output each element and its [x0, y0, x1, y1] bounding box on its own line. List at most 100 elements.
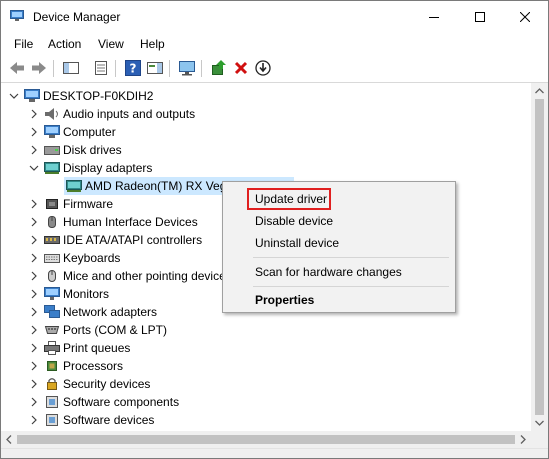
- help-icon[interactable]: ?: [124, 59, 142, 77]
- expand-chevron-icon[interactable]: [28, 195, 40, 213]
- context-menu: Update driver Disable device Uninstall d…: [222, 181, 456, 313]
- properties-sheet-icon[interactable]: [92, 59, 110, 77]
- expand-chevron-icon[interactable]: [28, 213, 40, 231]
- tree-item-label: Disk drives: [63, 143, 122, 157]
- tree-item-label: Monitors: [63, 287, 110, 301]
- collapse-chevron-icon[interactable]: [8, 87, 20, 105]
- tree-item-label: Software devices: [63, 413, 155, 427]
- device-manager-window: Device Manager File Action View Help ? D…: [0, 0, 549, 459]
- expand-chevron-icon[interactable]: [28, 285, 40, 303]
- menu-item-properties[interactable]: Properties: [255, 293, 314, 307]
- toolbar: ?: [1, 56, 548, 83]
- back-arrow-icon[interactable]: [8, 59, 26, 77]
- menu-separator: [253, 257, 449, 258]
- tree-item-computer[interactable]: Computer: [28, 123, 116, 141]
- software-device-icon: [46, 414, 58, 426]
- software-component-icon: [46, 396, 58, 408]
- expand-chevron-icon[interactable]: [28, 303, 40, 321]
- expand-chevron-icon[interactable]: [28, 123, 40, 141]
- tree-item-software-devices[interactable]: Software devices: [28, 411, 154, 429]
- tree-item-print-queues[interactable]: Print queues: [28, 339, 130, 357]
- toolbar-separator: [201, 60, 202, 77]
- printer-icon: [44, 341, 60, 355]
- display-adapter-icon: [44, 162, 60, 174]
- expand-chevron-icon[interactable]: [28, 411, 40, 429]
- mouse-icon: [48, 270, 56, 282]
- computer-icon: [44, 125, 60, 138]
- expand-chevron-icon[interactable]: [28, 249, 40, 267]
- tree-item-ide[interactable]: IDE ATA/ATAPI controllers: [28, 231, 202, 249]
- tree-item-audio[interactable]: Audio inputs and outputs: [28, 105, 195, 123]
- menu-file[interactable]: File: [14, 37, 33, 51]
- menu-help[interactable]: Help: [140, 37, 165, 51]
- tree-item-mice[interactable]: Mice and other pointing devices: [28, 267, 232, 285]
- expand-chevron-icon[interactable]: [28, 231, 40, 249]
- menu-action[interactable]: Action: [48, 37, 81, 51]
- tree-item-firmware[interactable]: Firmware: [28, 195, 113, 213]
- close-icon: [520, 12, 530, 22]
- update-driver-icon[interactable]: [210, 59, 228, 77]
- tree-item-label: Software components: [63, 395, 180, 409]
- menu-item-disable-device[interactable]: Disable device: [255, 214, 333, 228]
- expand-chevron-icon[interactable]: [28, 393, 40, 411]
- tree-item-label: Display adapters: [63, 161, 153, 175]
- scroll-up-arrow-icon[interactable]: [531, 83, 548, 99]
- tree-item-ports[interactable]: Ports (COM & LPT): [28, 321, 167, 339]
- tree-item-display-adapters[interactable]: Display adapters: [28, 159, 152, 177]
- expand-chevron-icon[interactable]: [28, 321, 40, 339]
- tree-item-monitors[interactable]: Monitors: [28, 285, 109, 303]
- device-manager-icon: [10, 10, 24, 21]
- vertical-scroll-thumb[interactable]: [535, 99, 544, 415]
- vertical-scrollbar[interactable]: [531, 83, 548, 431]
- speaker-icon: [45, 108, 58, 120]
- tree-item-label: Network adapters: [63, 305, 158, 319]
- keyboard-icon: [44, 254, 60, 263]
- tree-item-disk-drives[interactable]: Disk drives: [28, 141, 122, 159]
- tree-item-label: IDE ATA/ATAPI controllers: [63, 233, 203, 247]
- close-button[interactable]: [502, 1, 548, 33]
- horizontal-scrollbar[interactable]: [1, 431, 531, 448]
- expand-chevron-icon[interactable]: [28, 357, 40, 375]
- uninstall-icon[interactable]: [232, 59, 250, 77]
- monitor-icon: [44, 287, 60, 300]
- expand-chevron-icon[interactable]: [28, 141, 40, 159]
- expand-chevron-icon[interactable]: [28, 339, 40, 357]
- minimize-button[interactable]: [411, 1, 457, 33]
- monitor-icon[interactable]: [178, 59, 196, 77]
- scroll-down-arrow-icon[interactable]: [531, 415, 548, 431]
- expand-chevron-icon[interactable]: [28, 105, 40, 123]
- forward-arrow-icon[interactable]: [30, 59, 48, 77]
- menu-separator: [253, 286, 449, 287]
- scrollbar-corner: [531, 431, 548, 448]
- maximize-button[interactable]: [457, 1, 503, 33]
- tree-item-label: Audio inputs and outputs: [63, 107, 196, 121]
- menu-view[interactable]: View: [98, 37, 124, 51]
- tree-item-network[interactable]: Network adapters: [28, 303, 157, 321]
- toolbar-separator: [115, 60, 116, 77]
- tree-item-label: Keyboards: [63, 251, 121, 265]
- tree-item-hid[interactable]: Human Interface Devices: [28, 213, 198, 231]
- computer-icon: [24, 89, 40, 102]
- status-bar: [1, 448, 548, 458]
- horizontal-scroll-thumb[interactable]: [17, 435, 515, 444]
- tree-item-label: Computer: [63, 125, 116, 139]
- expand-chevron-icon[interactable]: [28, 267, 40, 285]
- action-pane-icon[interactable]: [146, 59, 164, 77]
- scroll-right-arrow-icon[interactable]: [515, 431, 531, 448]
- expand-chevron-icon[interactable]: [28, 375, 40, 393]
- tree-item-keyboards[interactable]: Keyboards: [28, 249, 120, 267]
- scroll-left-arrow-icon[interactable]: [1, 431, 17, 448]
- disk-drive-icon: [44, 146, 60, 155]
- tree-item-processors[interactable]: Processors: [28, 357, 123, 375]
- show-hide-console-tree-icon[interactable]: [62, 59, 80, 77]
- collapse-chevron-icon[interactable]: [28, 159, 40, 177]
- tree-item-software-components[interactable]: Software components: [28, 393, 179, 411]
- menu-item-scan-hardware[interactable]: Scan for hardware changes: [255, 265, 402, 279]
- title-bar: Device Manager: [1, 1, 548, 33]
- menu-item-uninstall-device[interactable]: Uninstall device: [255, 236, 339, 250]
- tree-root[interactable]: DESKTOP-F0KDIH2: [8, 87, 153, 105]
- menu-item-update-driver[interactable]: Update driver: [255, 192, 327, 206]
- tree-item-security[interactable]: Security devices: [28, 375, 150, 393]
- tree-item-label: Security devices: [63, 377, 151, 391]
- scan-hardware-icon[interactable]: [254, 59, 272, 77]
